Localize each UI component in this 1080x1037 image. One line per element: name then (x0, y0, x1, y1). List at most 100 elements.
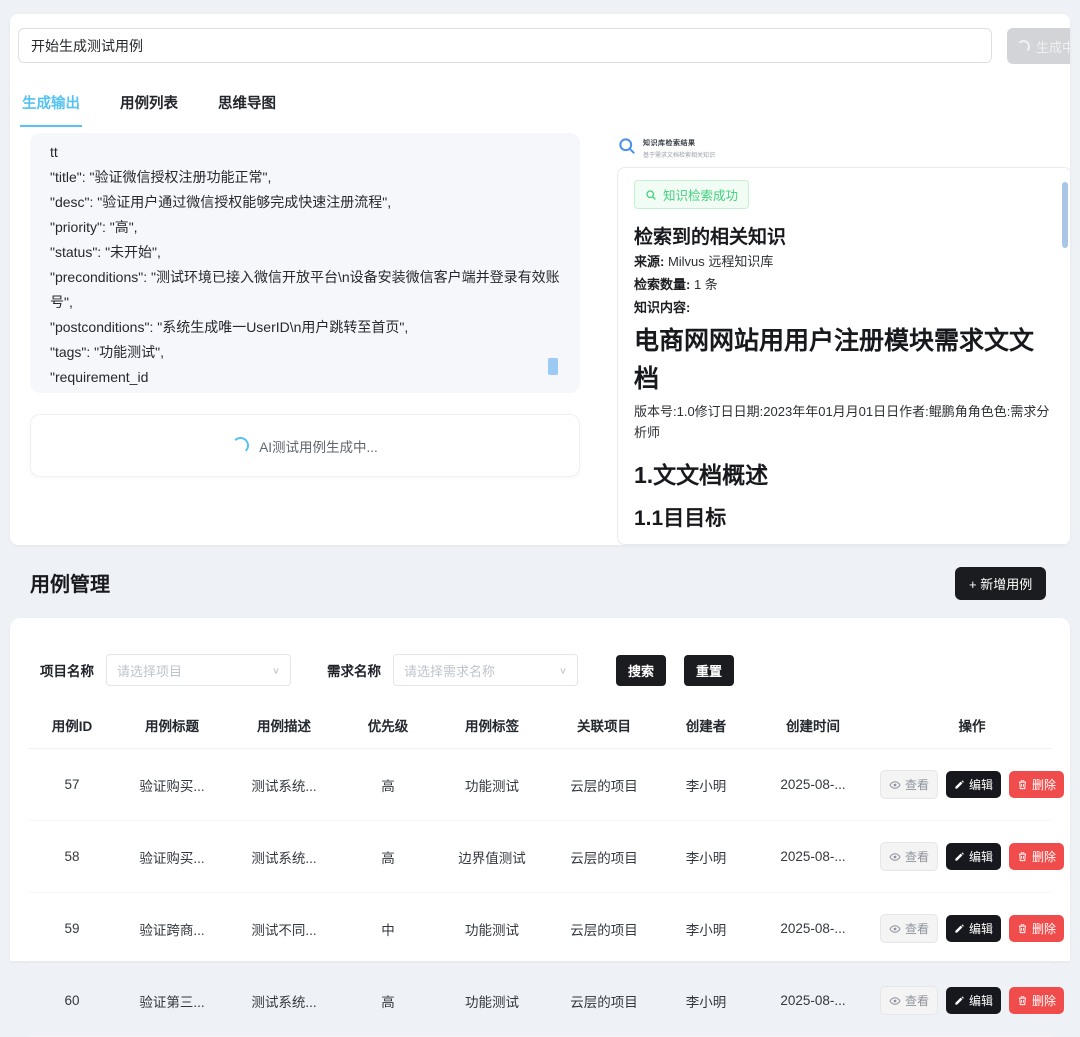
json-output-block[interactable]: tt "title": "验证微信授权注册功能正常", "desc": "验证用… (30, 133, 580, 393)
json-line: "preconditions": "测试环境已接入微信开放平台\n设备安装微信客… (50, 265, 560, 315)
knowledge-header-subtitle: 基于需求文档检索相关知识 (643, 150, 715, 159)
document-meta: 版本号:1.0修订日日期:2023年年01月月01日日作者:鲲鹏角角色色:需求分… (634, 402, 1055, 444)
cell-created: 2025-08-... (752, 777, 874, 792)
cell-case-title: 验证购买... (116, 847, 228, 867)
cell-actions: 查看 编辑 删除 (874, 842, 1070, 871)
pencil-icon (954, 995, 965, 1006)
table-row[interactable]: 60 验证第三... 测试系统... 高 功能测试 云层的项目 李小明 2025… (28, 965, 1052, 1037)
header-project: 关联项目 (548, 715, 660, 735)
cell-creator: 李小明 (660, 991, 752, 1011)
document-title: 电商网网站用用户注册模块需求文文档 (634, 323, 1055, 398)
view-button[interactable]: 查看 (880, 842, 938, 871)
reset-button[interactable]: 重置 (684, 655, 734, 686)
knowledge-status-badge: 知识检索成功 (634, 180, 749, 209)
generation-loading-card: AI测试用例生成中... (30, 414, 580, 477)
table-row[interactable]: 58 验证购买... 测试系统... 高 边界值测试 云层的项目 李小明 202… (28, 821, 1052, 893)
cell-priority: 高 (340, 847, 436, 867)
cell-tag: 边界值测试 (436, 847, 548, 867)
document-h2: 1.1目目标 (634, 502, 1055, 532)
delete-button[interactable]: 删除 (1009, 843, 1064, 870)
chevron-down-icon: ∨ (559, 665, 567, 675)
pencil-icon (954, 779, 965, 790)
edit-button[interactable]: 编辑 (946, 915, 1001, 942)
tab-generation-output[interactable]: 生成输出 (20, 88, 82, 127)
knowledge-card[interactable]: 知识检索成功 检索到的相关知识 来源: Milvus 远程知识库 检索数量: 1… (617, 167, 1070, 545)
json-line: "postconditions": "系统生成唯一UserID\n用户跳转至首页… (50, 315, 560, 340)
cell-case-title: 验证跨商... (116, 919, 228, 939)
json-line: "tags": "功能测试", (50, 340, 560, 365)
case-management-card: 项目名称 请选择项目 ∨ 需求名称 请选择需求名称 ∨ 搜索 重置 用例ID 用… (10, 618, 1070, 961)
cell-case-desc: 测试不同... (228, 919, 340, 939)
edit-button[interactable]: 编辑 (946, 987, 1001, 1014)
generate-button[interactable]: 生成中... (1007, 28, 1070, 64)
delete-button[interactable]: 删除 (1009, 915, 1064, 942)
cell-actions: 查看 编辑 删除 (874, 914, 1070, 943)
eye-icon (889, 779, 901, 791)
prompt-input[interactable] (18, 28, 992, 63)
scrollbar-thumb[interactable] (1062, 182, 1068, 248)
eye-icon (889, 995, 901, 1007)
cell-created: 2025-08-... (752, 921, 874, 936)
project-select[interactable]: 请选择项目 ∨ (106, 654, 291, 686)
search-button[interactable]: 搜索 (616, 655, 666, 686)
delete-button[interactable]: 删除 (1009, 771, 1064, 798)
table-header-row: 用例ID 用例标题 用例描述 优先级 用例标签 关联项目 创建者 创建时间 操作 (28, 701, 1052, 749)
tab-case-list[interactable]: 用例列表 (118, 88, 180, 127)
search-icon (645, 189, 657, 201)
page-title: 用例管理 (30, 568, 110, 597)
cell-case-id: 60 (28, 993, 116, 1008)
document-paragraph: 定义电商平台用用户注册流程的功能需求、业务规则及技术约束 确保用用户 (634, 542, 1055, 545)
project-name-label: 项目名称 (40, 660, 94, 680)
header-priority: 优先级 (340, 715, 436, 735)
table-row[interactable]: 57 验证购买... 测试系统... 高 功能测试 云层的项目 李小明 2025… (28, 749, 1052, 821)
cell-case-title: 验证第三... (116, 991, 228, 1011)
header-tag: 用例标签 (436, 715, 548, 735)
cell-case-id: 58 (28, 849, 116, 864)
knowledge-source-value: Milvus 远程知识库 (664, 254, 773, 269)
knowledge-section-title: 检索到的相关知识 (634, 222, 1055, 249)
cell-tag: 功能测试 (436, 775, 548, 795)
edit-button[interactable]: 编辑 (946, 771, 1001, 798)
view-button[interactable]: 查看 (880, 914, 938, 943)
cell-project: 云层的项目 (548, 991, 660, 1011)
edit-button[interactable]: 编辑 (946, 843, 1001, 870)
knowledge-source: 来源: Milvus 远程知识库 (634, 252, 1055, 272)
cell-priority: 中 (340, 919, 436, 939)
chevron-down-icon: ∨ (272, 665, 280, 675)
json-line: "title": "验证微信授权注册功能正常", (50, 165, 560, 190)
requirement-select-placeholder: 请选择需求名称 (404, 661, 495, 680)
cell-case-desc: 测试系统... (228, 991, 340, 1011)
header-case-desc: 用例描述 (228, 715, 340, 735)
pencil-icon (954, 851, 965, 862)
json-line: "priority": "高", (50, 215, 560, 240)
knowledge-header-title: 知识库检索结果 (643, 138, 715, 148)
knowledge-count: 检索数量: 1 条 (634, 275, 1055, 295)
search-icon (617, 136, 637, 156)
typing-caret (548, 358, 558, 375)
cell-tag: 功能测试 (436, 919, 548, 939)
cell-creator: 李小明 (660, 847, 752, 867)
knowledge-count-label: 检索数量: (634, 277, 690, 292)
header-case-id: 用例ID (28, 715, 116, 735)
tab-bar: 生成输出 用例列表 思维导图 (20, 88, 278, 127)
view-button[interactable]: 查看 (880, 986, 938, 1015)
cell-creator: 李小明 (660, 775, 752, 795)
cell-project: 云层的项目 (548, 847, 660, 867)
delete-button[interactable]: 删除 (1009, 987, 1064, 1014)
table-row[interactable]: 59 验证跨商... 测试不同... 中 功能测试 云层的项目 李小明 2025… (28, 893, 1052, 965)
requirement-select[interactable]: 请选择需求名称 ∨ (393, 654, 578, 686)
knowledge-content-label: 知识内容: (634, 298, 1055, 318)
knowledge-count-value: 1 条 (690, 277, 717, 292)
cell-created: 2025-08-... (752, 993, 874, 1008)
json-line: tt (50, 140, 560, 165)
cell-actions: 查看 编辑 删除 (874, 986, 1070, 1015)
add-case-button[interactable]: + 新增用例 (955, 567, 1046, 600)
view-button[interactable]: 查看 (880, 770, 938, 799)
tab-mind-map[interactable]: 思维导图 (216, 88, 278, 127)
document-h1: 1.文文档概述 (634, 456, 1055, 490)
cell-creator: 李小明 (660, 919, 752, 939)
generate-button-label: 生成中... (1036, 37, 1070, 56)
trash-icon (1017, 995, 1028, 1006)
requirement-name-label: 需求名称 (327, 660, 381, 680)
knowledge-source-label: 来源: (634, 254, 664, 269)
